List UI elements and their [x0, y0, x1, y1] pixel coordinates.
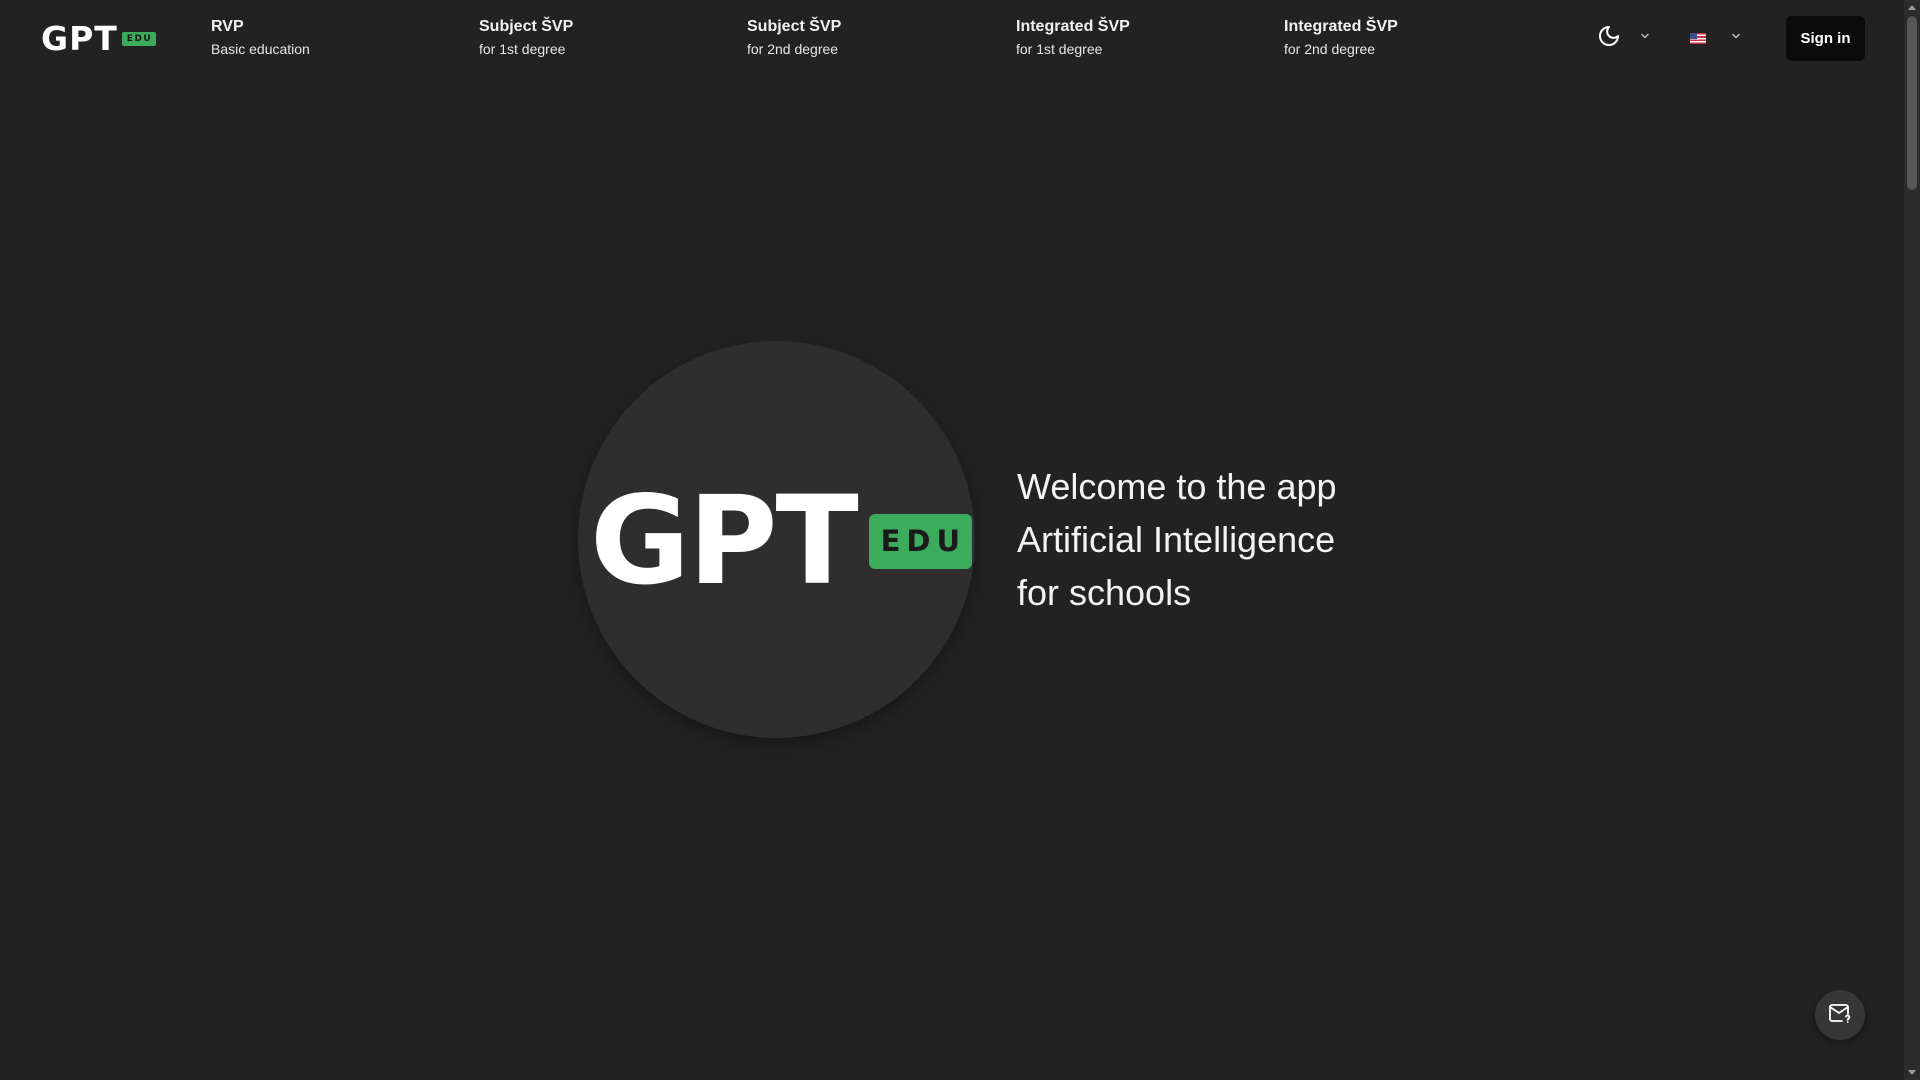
nav-item-subtitle: Basic education [211, 41, 310, 57]
nav-item-subtitle: for 1st degree [1016, 41, 1103, 57]
theme-selector[interactable] [1597, 24, 1651, 52]
us-flag-icon [1690, 32, 1706, 44]
nav-item-title: Subject ŠVP [747, 18, 842, 35]
nav-item-integrated-svp-1st[interactable]: Integrated ŠVP for 1st degree [1016, 17, 1130, 59]
welcome-line: Artificial Intelligence [1017, 519, 1336, 560]
logo-link[interactable]: GPT EDU [41, 19, 157, 58]
nav-item-subtitle: for 2nd degree [1284, 41, 1376, 57]
nav-item-title: RVP [211, 18, 244, 35]
hero-logo-badge: EDU [868, 513, 972, 569]
welcome-line: Welcome to the app [1017, 466, 1337, 507]
chevron-down-icon [1730, 29, 1742, 47]
welcome-line: for schools [1017, 572, 1192, 613]
mail-question-icon [1828, 1001, 1852, 1030]
moon-icon [1597, 24, 1621, 53]
nav-item-subject-svp-1st[interactable]: Subject ŠVP for 1st degree [479, 17, 573, 59]
nav-item-title: Integrated ŠVP [1016, 18, 1130, 35]
chevron-down-icon [1639, 29, 1651, 47]
language-selector[interactable] [1690, 24, 1742, 52]
page: GPT EDU RVP Basic education Subject ŠVP … [0, 0, 1920, 1080]
feedback-button[interactable] [1815, 990, 1865, 1040]
nav-item-title: Integrated ŠVP [1284, 18, 1398, 35]
hero-logo: GPT EDU [590, 480, 972, 602]
sign-in-button[interactable]: Sign in [1786, 16, 1865, 61]
vertical-scrollbar[interactable] [1904, 0, 1920, 1080]
logo-badge: EDU [121, 31, 157, 46]
scroll-down-arrow[interactable] [1908, 1070, 1916, 1075]
top-navigation: GPT EDU RVP Basic education Subject ŠVP … [0, 0, 1904, 78]
nav-item-subtitle: for 2nd degree [747, 41, 839, 57]
hero-logo-text: GPT [590, 470, 859, 612]
scroll-up-arrow[interactable] [1908, 5, 1916, 10]
nav-item-rvp[interactable]: RVP Basic education [211, 17, 310, 59]
nav-item-subtitle: for 1st degree [479, 41, 566, 57]
nav-item-title: Subject ŠVP [479, 18, 574, 35]
scrollbar-thumb[interactable] [1907, 16, 1917, 190]
nav-item-subject-svp-2nd[interactable]: Subject ŠVP for 2nd degree [747, 17, 841, 59]
nav-item-integrated-svp-2nd[interactable]: Integrated ŠVP for 2nd degree [1284, 17, 1398, 59]
welcome-heading: Welcome to the app Artificial Intelligen… [1017, 460, 1337, 619]
logo-text: GPT [41, 19, 118, 58]
